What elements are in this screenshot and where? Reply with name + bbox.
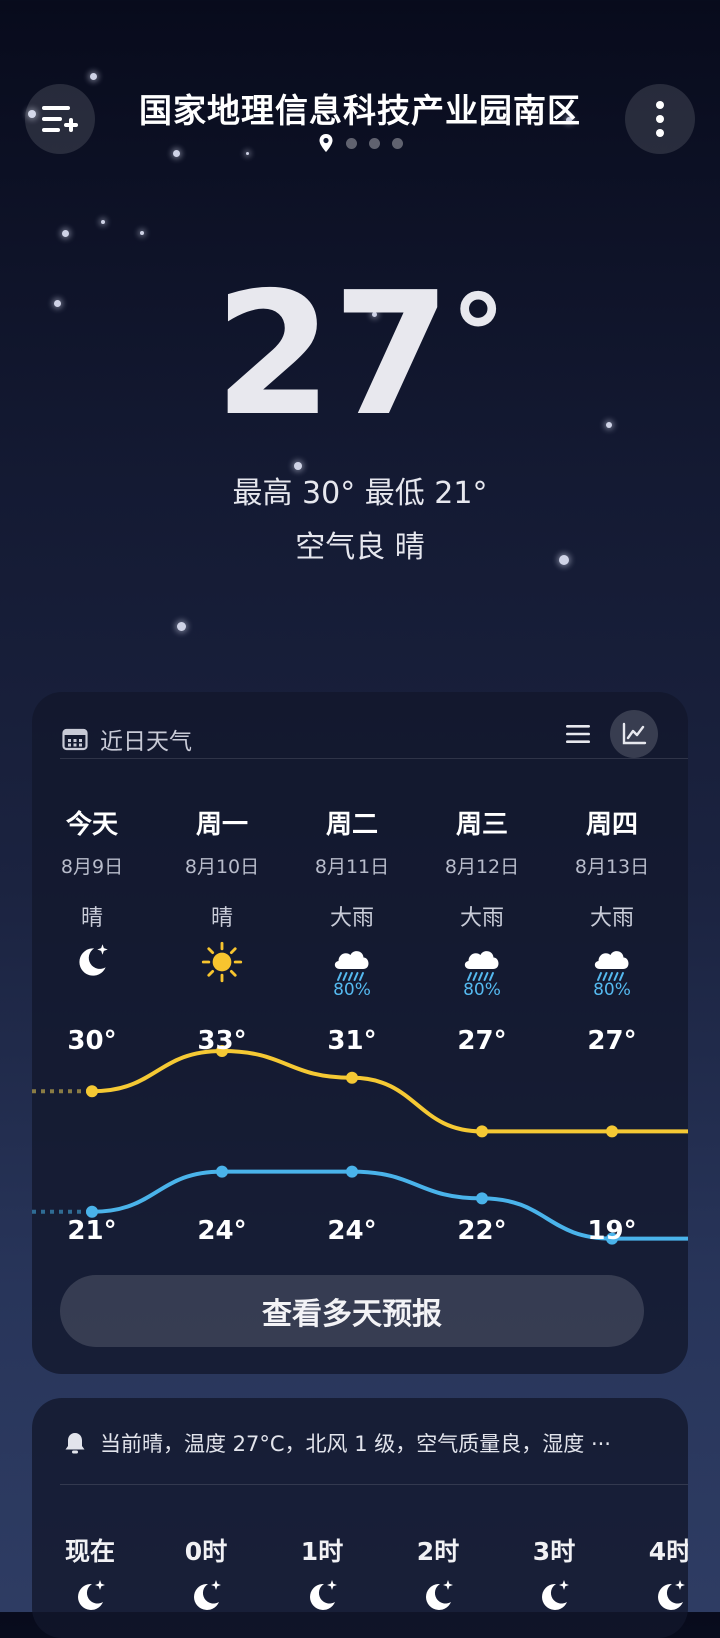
location-pin-icon [319, 134, 332, 152]
hour-weather-icon [146, 1576, 266, 1616]
low-temperature-point [476, 1192, 488, 1205]
heavy-rain-icon [334, 951, 369, 981]
heavy-rain-icon [594, 951, 629, 981]
day-name: 周三 [455, 810, 508, 840]
hour-label: 0时 [184, 1537, 228, 1566]
day-date: 8月13日 [574, 856, 650, 878]
high-temperature: 33° [197, 1026, 247, 1056]
heavy-rain-icon [464, 951, 499, 981]
page-indicator [0, 133, 720, 153]
low-temperature: 21° [67, 1216, 117, 1246]
day-condition: 晴 [80, 906, 103, 931]
low-temperature: 24° [197, 1216, 247, 1246]
high-temperature: 30° [67, 1026, 117, 1056]
hour-label: 3时 [532, 1537, 576, 1566]
high-temperature: 27° [587, 1026, 637, 1056]
high-temperature-point [86, 1085, 98, 1098]
hour-label: 2时 [416, 1537, 460, 1566]
precipitation-chance: 80% [333, 980, 371, 1000]
more-button[interactable] [625, 84, 695, 154]
precipitation-chance: 80% [593, 980, 631, 1000]
day-condition: 晴 [210, 906, 233, 931]
day-name: 周四 [585, 810, 638, 840]
high-temperature-point [606, 1125, 618, 1138]
day-weather-icon: 80% [285, 940, 419, 1010]
high-low-temperature: 最高 30° 最低 21° [232, 476, 488, 511]
hour-weather-icon [262, 1576, 382, 1616]
weather-notice[interactable]: 当前晴，温度 27°C，北风 1 级，空气质量良，湿度 ··· [62, 1428, 611, 1458]
low-temperature: 19° [587, 1216, 637, 1246]
moon-icon [79, 944, 108, 976]
page-dot [368, 137, 380, 149]
day-date: 8月9日 [60, 856, 124, 878]
day-name: 周一 [195, 810, 248, 840]
air-quality-condition: 空气良 晴 [295, 530, 425, 565]
low-temperature-point [216, 1165, 228, 1178]
day-date: 8月11日 [314, 856, 390, 878]
hour-weather-icon [378, 1576, 498, 1616]
day-weather-icon [155, 940, 289, 1010]
degree-symbol: ° [450, 271, 506, 399]
current-temperature: 27° [0, 270, 720, 440]
day-name: 今天 [65, 810, 118, 840]
moon-icon [194, 1580, 221, 1610]
divider [60, 1484, 688, 1485]
hour-weather-icon [610, 1576, 688, 1616]
high-temperature: 31° [327, 1026, 377, 1056]
day-date: 8月12日 [444, 856, 520, 878]
hour-label: 4时 [648, 1537, 688, 1566]
day-weather-icon [32, 940, 159, 1010]
high-temperature: 27° [457, 1026, 507, 1056]
day-condition: 大雨 [589, 906, 634, 931]
page-dot [345, 137, 357, 149]
hourly-card: 当前晴，温度 27°C，北风 1 级，空气质量良，湿度 ··· 现在 0时 1时 2时… [32, 1398, 688, 1638]
hour-label: 1时 [300, 1537, 344, 1566]
moon-icon [426, 1580, 453, 1610]
day-date: 8月10日 [184, 856, 260, 878]
low-temperature: 22° [457, 1216, 507, 1246]
page-dot [391, 137, 403, 149]
high-temperature-line [90, 1048, 688, 1134]
day-condition: 大雨 [329, 906, 374, 931]
day-weather-icon: 80% [545, 940, 679, 1010]
high-temperature-point [346, 1071, 358, 1084]
precipitation-chance: 80% [463, 980, 501, 1000]
city-title[interactable]: 国家地理信息科技产业园南区 [0, 84, 720, 132]
bell-icon [65, 1433, 85, 1454]
low-temperature: 24° [327, 1216, 377, 1246]
moon-icon [78, 1580, 105, 1610]
forecast-card: 近日天气 今天 8月9日晴 30° 21° 周一 8月10日晴 33° 24° 周二 8月11日大… [32, 692, 688, 1374]
moon-icon [658, 1580, 685, 1610]
temperature-value: 27 [214, 256, 451, 454]
sun-icon [201, 941, 243, 983]
day-weather-icon: 80% [415, 940, 549, 1010]
moon-icon [542, 1580, 569, 1610]
notice-text: 当前晴，温度 27°C，北风 1 级，空气质量良，湿度 ··· [100, 1432, 611, 1456]
hour-weather-icon [494, 1576, 614, 1616]
day-condition: 大雨 [459, 906, 504, 931]
high-temperature-point [476, 1125, 488, 1138]
multi-day-forecast-button[interactable]: 查看多天预报 [60, 1275, 644, 1347]
hour-label: 现在 [64, 1537, 115, 1566]
day-name: 周二 [325, 810, 378, 840]
low-temperature-point [346, 1165, 358, 1178]
more-vertical-icon [656, 101, 664, 137]
hour-weather-icon [32, 1576, 150, 1616]
moon-icon [310, 1580, 337, 1610]
